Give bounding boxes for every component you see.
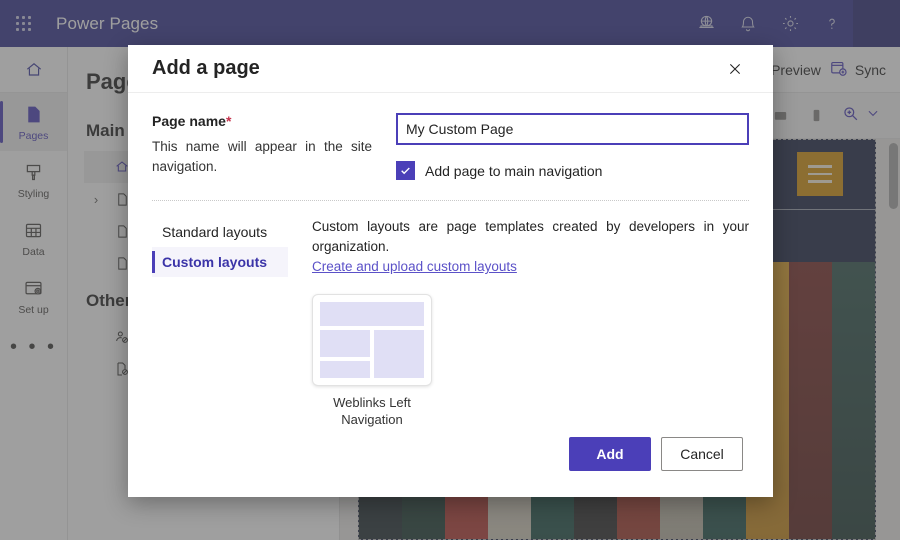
cancel-button[interactable]: Cancel bbox=[661, 437, 743, 472]
dialog-divider bbox=[152, 200, 749, 202]
layout-card-label: Weblinks Left Navigation bbox=[333, 395, 411, 428]
page-name-label: Page name* bbox=[152, 113, 372, 129]
page-name-labels: Page name* This name will appear in the … bbox=[152, 113, 372, 180]
layout-thumbnail bbox=[312, 294, 432, 387]
create-upload-layouts-link[interactable]: Create and upload custom layouts bbox=[312, 259, 517, 274]
layout-panel: Custom layouts are page templates create… bbox=[312, 217, 749, 429]
page-name-row: Page name* This name will appear in the … bbox=[152, 113, 749, 181]
page-name-hint: This name will appear in the site naviga… bbox=[152, 139, 372, 174]
dialog-header: Add a page bbox=[128, 45, 773, 94]
add-to-nav-checkbox[interactable] bbox=[396, 161, 415, 181]
page-name-controls: Add page to main navigation bbox=[396, 113, 749, 181]
tab-custom-layouts[interactable]: Custom layouts bbox=[152, 247, 288, 278]
add-to-nav-row[interactable]: Add page to main navigation bbox=[396, 161, 749, 181]
layout-tabs: Standard layouts Custom layouts bbox=[152, 217, 288, 429]
add-button[interactable]: Add bbox=[569, 437, 651, 472]
add-page-dialog: Add a page Page name* This name will app… bbox=[128, 45, 773, 497]
thumb-right-column bbox=[373, 330, 424, 379]
layout-card-list: Weblinks Left Navigation bbox=[312, 294, 749, 429]
close-icon[interactable] bbox=[719, 53, 751, 85]
page-name-label-text: Page name bbox=[152, 113, 226, 130]
dialog-footer: Add Cancel bbox=[128, 429, 773, 497]
dialog-title: Add a page bbox=[152, 57, 260, 80]
thumb-block bbox=[320, 360, 370, 379]
thumb-body bbox=[320, 330, 424, 379]
dialog-body: Page name* This name will appear in the … bbox=[128, 93, 773, 429]
layout-card[interactable]: Weblinks Left Navigation bbox=[312, 294, 432, 429]
add-to-nav-label[interactable]: Add page to main navigation bbox=[425, 163, 602, 179]
thumb-left-column bbox=[320, 330, 370, 379]
page-name-input[interactable] bbox=[396, 113, 749, 146]
thumb-header-block bbox=[320, 302, 424, 327]
layouts-row: Standard layouts Custom layouts Custom l… bbox=[152, 217, 749, 429]
thumb-block bbox=[320, 330, 370, 357]
required-asterisk: * bbox=[225, 113, 232, 130]
tab-standard-layouts[interactable]: Standard layouts bbox=[152, 217, 288, 247]
custom-layouts-description: Custom layouts are page templates create… bbox=[312, 219, 749, 254]
